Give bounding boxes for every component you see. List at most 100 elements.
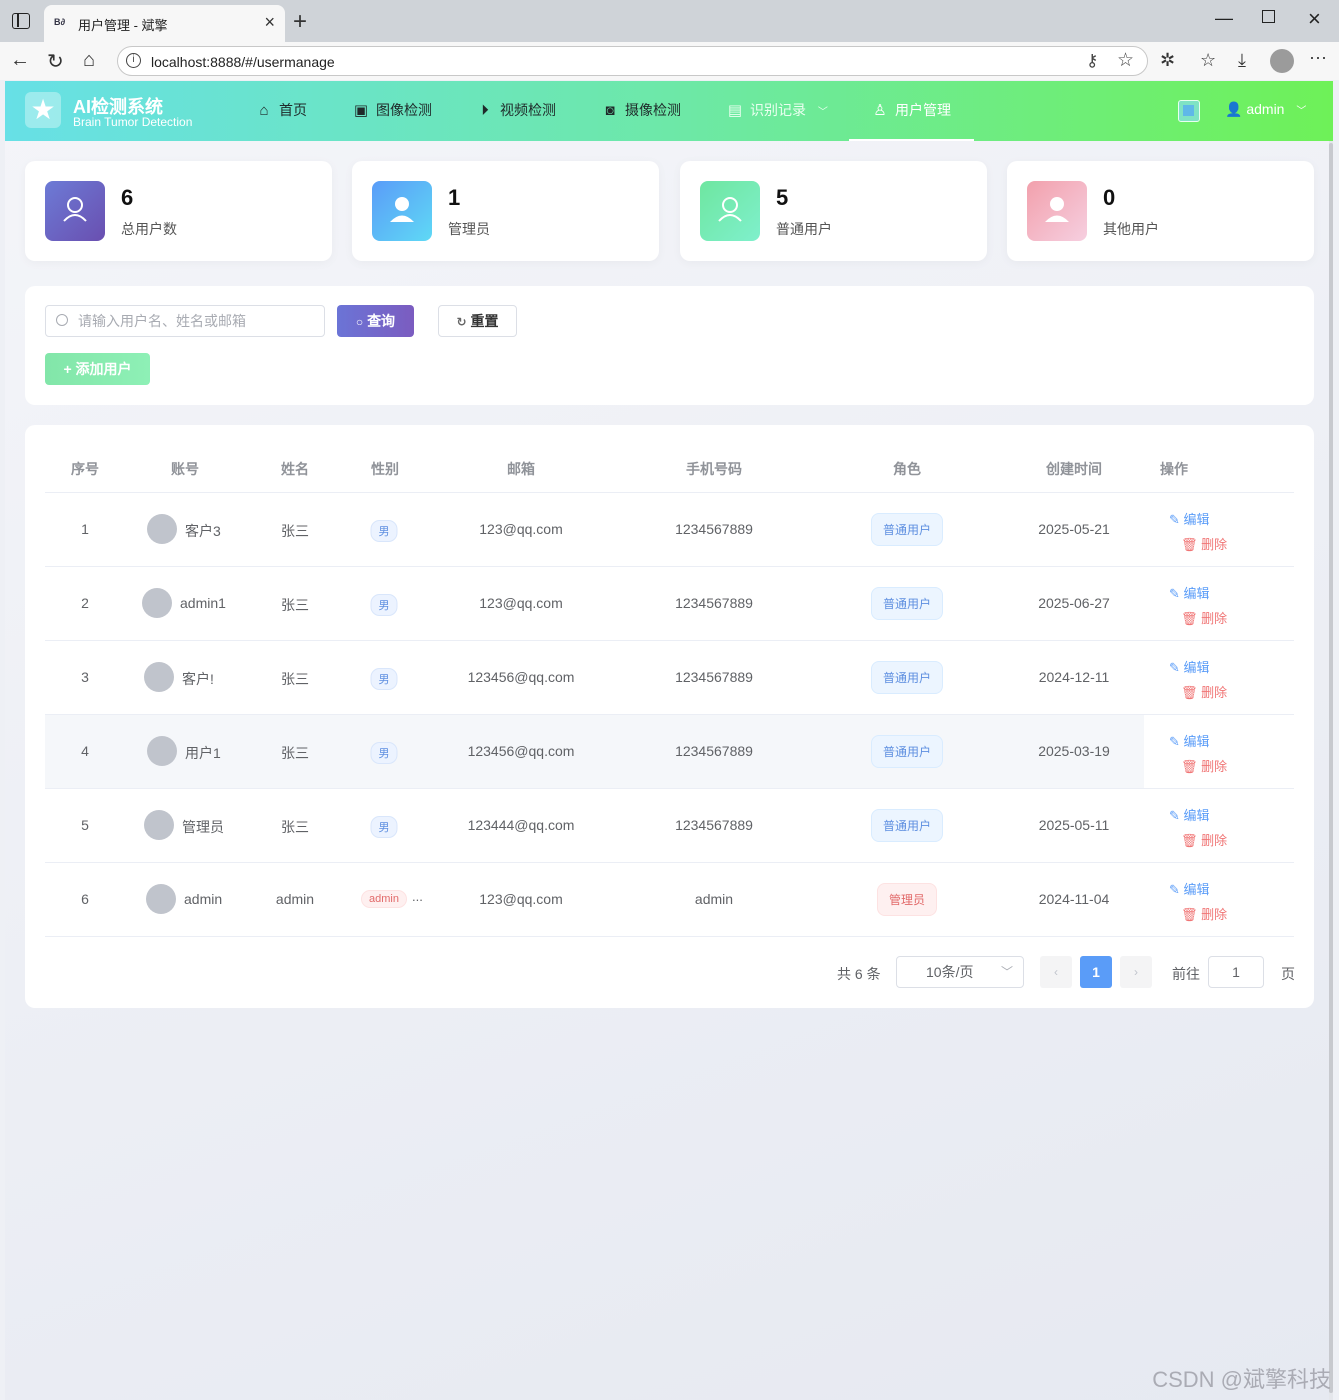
- search-input[interactable]: [45, 305, 325, 337]
- stat-normal-value: 5: [776, 185, 789, 210]
- browser-tab-bar: B∂ 用户管理 - 斌擎 × + — ×: [0, 0, 1339, 42]
- chevron-down-icon: ﹀: [1296, 106, 1307, 117]
- delete-button[interactable]: 🗑 删除: [1181, 904, 1227, 923]
- user-name: admin: [1246, 101, 1285, 117]
- table-row: 6 admin admin admin ... 123@qq.com admin…: [45, 863, 1294, 937]
- url-field[interactable]: i localhost:8888/#/usermanage ⚷ ☆: [117, 46, 1148, 76]
- row-name: 张三: [281, 819, 309, 835]
- prev-page-button[interactable]: ‹: [1040, 956, 1072, 988]
- row-index: 3: [81, 669, 89, 685]
- delete-button[interactable]: 🗑 删除: [1181, 830, 1227, 849]
- table-row: 5 管理员 张三 男 123444@qq.com 1234567889 普通用户…: [45, 789, 1294, 863]
- tab-title: 用户管理 - 斌擎: [78, 18, 168, 33]
- goto-label: 前往: [1172, 966, 1200, 982]
- edit-button[interactable]: ✎ 编辑: [1169, 805, 1210, 824]
- role-tag: 管理员: [876, 883, 938, 916]
- row-phone: admin: [694, 891, 734, 907]
- stat-admin-label: 管理员: [448, 221, 490, 237]
- delete-label: 删除: [1201, 907, 1228, 922]
- nav-video-detection[interactable]: ⏵ 视频检测: [476, 81, 556, 141]
- col-actions: 操作: [1160, 461, 1188, 477]
- nav-image-detection[interactable]: ▣ 图像检测: [352, 81, 432, 141]
- avatar: [147, 736, 177, 766]
- nav-records[interactable]: ▤ 识别记录 ﹀: [726, 81, 828, 141]
- scrollbar-thumb[interactable]: [1329, 143, 1333, 1393]
- role-tag: 普通用户: [870, 587, 944, 620]
- edit-icon: ✎: [1169, 882, 1180, 897]
- minimize-icon[interactable]: —: [1215, 8, 1233, 29]
- delete-button[interactable]: 🗑 删除: [1181, 534, 1227, 553]
- nav-video-label: 视频检测: [500, 102, 556, 118]
- user-table-card: 序号 账号 姓名 性别 邮箱 手机号码 角色 创建时间 操作 1 客户3 张三 …: [25, 425, 1314, 1008]
- edit-button[interactable]: ✎ 编辑: [1169, 879, 1210, 898]
- col-email: 邮箱: [507, 461, 535, 477]
- edit-button[interactable]: ✎ 编辑: [1169, 731, 1210, 750]
- user-menu[interactable]: 👤 admin ﹀: [1225, 101, 1306, 118]
- edit-label: 编辑: [1183, 808, 1210, 823]
- site-info-icon[interactable]: i: [126, 53, 141, 68]
- next-page-button[interactable]: ›: [1120, 956, 1152, 988]
- maximize-icon[interactable]: [1262, 10, 1275, 23]
- row-name: admin: [275, 891, 315, 907]
- close-window-icon[interactable]: ×: [1308, 6, 1321, 32]
- edit-button[interactable]: ✎ 编辑: [1169, 657, 1210, 676]
- page-number-current[interactable]: 1: [1080, 956, 1112, 988]
- favorite-star-icon[interactable]: ☆: [1117, 49, 1134, 72]
- refresh-icon[interactable]: ↻: [47, 49, 64, 74]
- stat-normal-label: 普通用户: [776, 221, 832, 237]
- edit-button[interactable]: ✎ 编辑: [1169, 583, 1210, 602]
- edit-label: 编辑: [1183, 512, 1210, 527]
- play-icon: ⏵: [481, 102, 489, 119]
- delete-button[interactable]: 🗑 删除: [1181, 608, 1227, 627]
- user-outline-icon: [45, 181, 105, 241]
- col-index: 序号: [71, 461, 99, 477]
- tab-close-icon[interactable]: ×: [264, 12, 275, 33]
- gender-tag: 男: [370, 520, 398, 542]
- row-account: admin1: [180, 595, 226, 611]
- row-email: 123@qq.com: [479, 891, 563, 907]
- col-name: 姓名: [281, 461, 309, 477]
- user-outline-icon: [700, 181, 760, 241]
- download-icon[interactable]: ⤓: [1238, 50, 1246, 71]
- trash-icon: 🗑: [1181, 759, 1198, 774]
- edit-button[interactable]: ✎ 编辑: [1169, 509, 1210, 528]
- extensions-icon[interactable]: ✲: [1160, 50, 1175, 71]
- nav-home[interactable]: ⌂ 首页: [255, 81, 307, 141]
- stat-card-other: 0 其他用户: [1007, 161, 1314, 261]
- row-phone: 1234567889: [675, 817, 753, 833]
- delete-button[interactable]: 🗑 删除: [1181, 756, 1227, 775]
- new-tab-icon[interactable]: +: [293, 8, 307, 36]
- favorites-icon[interactable]: ☆: [1200, 50, 1216, 71]
- row-email: 123@qq.com: [479, 595, 563, 611]
- more-menu-icon[interactable]: ···: [1309, 47, 1327, 68]
- nav-camera-detection[interactable]: ◙ 摄像检测: [601, 81, 681, 141]
- row-created: 2024-12-11: [1038, 669, 1110, 685]
- table-header: 序号 账号 姓名 性别 邮箱 手机号码 角色 创建时间 操作: [45, 425, 1294, 493]
- goto-page-input[interactable]: [1208, 956, 1264, 988]
- key-icon[interactable]: ⚷: [1086, 51, 1098, 71]
- row-phone: 1234567889: [675, 669, 753, 685]
- home-icon: ⌂: [259, 102, 269, 119]
- browser-tab[interactable]: B∂ 用户管理 - 斌擎 ×: [44, 5, 285, 42]
- col-account: 账号: [171, 461, 199, 477]
- nav-camera-label: 摄像检测: [625, 102, 681, 118]
- add-user-button[interactable]: + 添加用户: [45, 353, 150, 385]
- fullscreen-icon[interactable]: [1178, 100, 1200, 122]
- page-size-select[interactable]: 10条/页 ﹀: [896, 956, 1024, 988]
- back-icon[interactable]: ←: [10, 49, 30, 72]
- delete-button[interactable]: 🗑 删除: [1181, 682, 1227, 701]
- window-menu-icon[interactable]: [12, 13, 30, 29]
- query-button[interactable]: ○ 查询: [337, 305, 414, 337]
- edit-icon: ✎: [1169, 660, 1180, 675]
- app-root: ★ AI检测系统 Brain Tumor Detection ⌂ 首页 ▣ 图像检测…: [5, 81, 1333, 1400]
- tab-favicon: B∂: [54, 17, 65, 27]
- col-phone: 手机号码: [686, 461, 742, 477]
- row-created: 2025-05-21: [1038, 521, 1110, 537]
- nav-user-management[interactable]: ♙ 用户管理: [849, 81, 974, 141]
- reset-button[interactable]: ↻ 重置: [438, 305, 517, 337]
- profile-avatar[interactable]: [1270, 49, 1294, 73]
- row-name: 张三: [281, 523, 309, 539]
- trash-icon: 🗑: [1181, 611, 1198, 626]
- page-size-value: 10条/页: [926, 964, 974, 980]
- home-icon[interactable]: ⌂: [83, 49, 95, 72]
